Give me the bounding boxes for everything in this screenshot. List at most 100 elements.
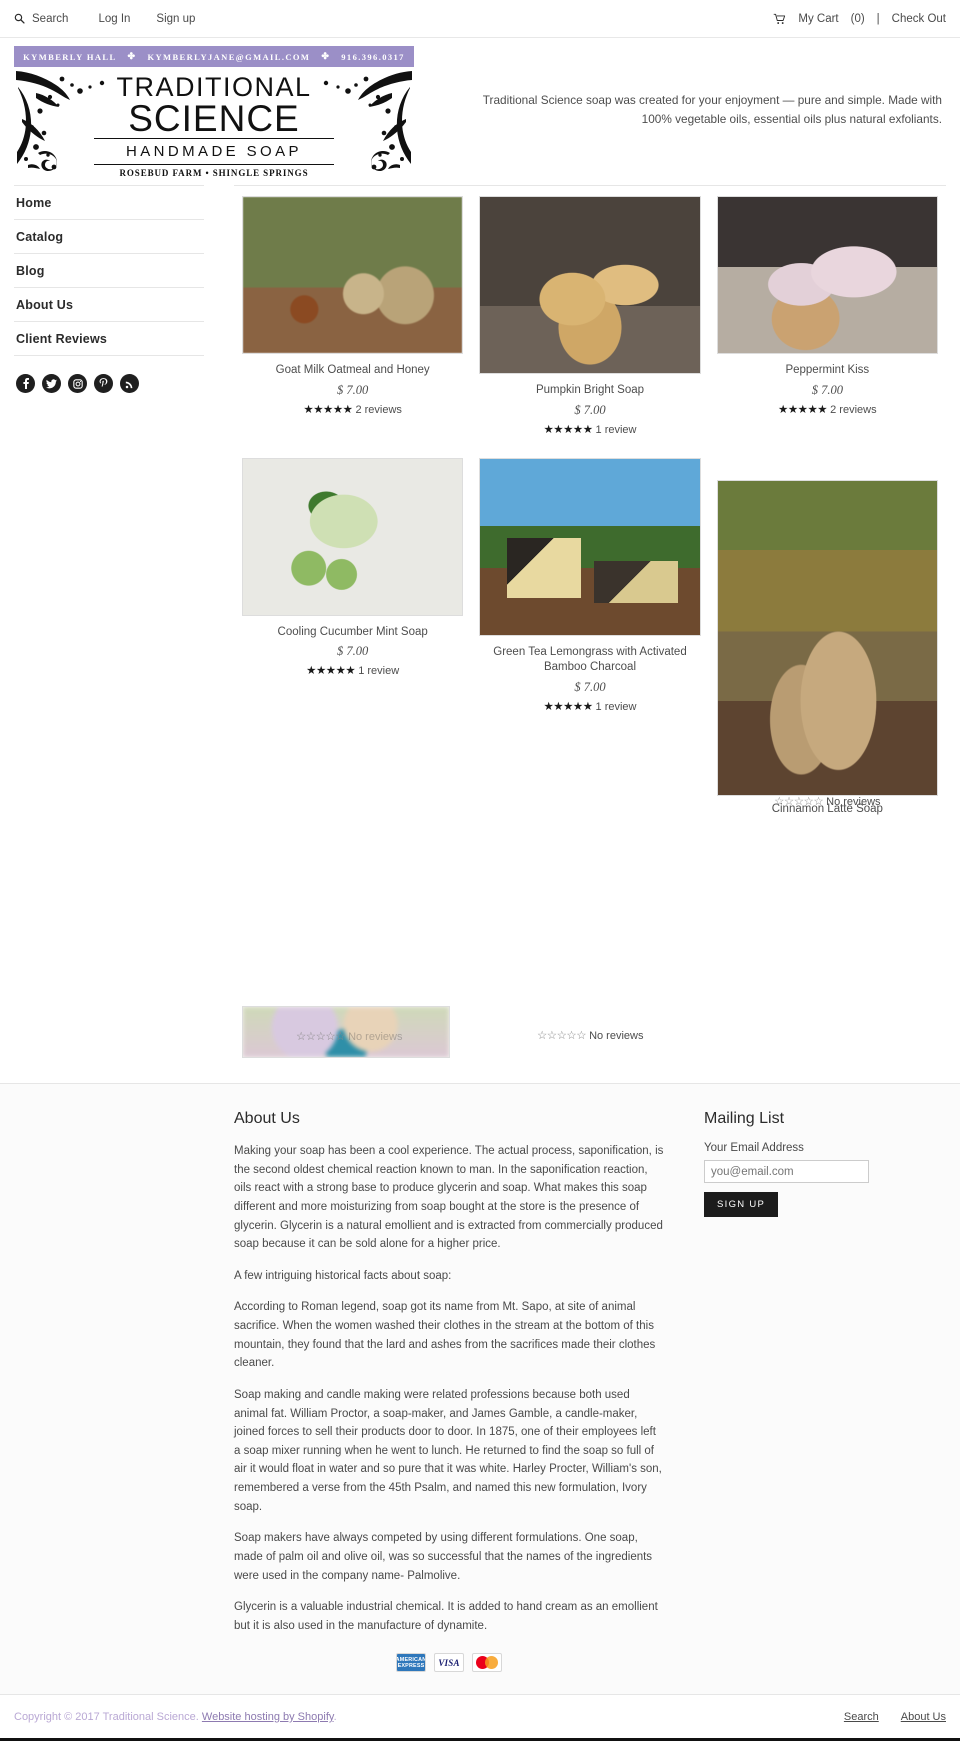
rating-stars: ☆☆☆☆☆ xyxy=(774,795,824,808)
product-title[interactable]: Goat Milk Oatmeal and Honey xyxy=(242,363,463,379)
search-label[interactable]: Search xyxy=(32,13,68,25)
cart-count: (0) xyxy=(850,12,865,25)
about-us-block: About Us Making your soap has been a coo… xyxy=(204,1110,704,1673)
product-rating[interactable]: ★★★★★ 1 review xyxy=(479,699,700,713)
sidebar-nav: Home Catalog Blog About Us Client Review… xyxy=(14,185,204,356)
review-count: 1 review xyxy=(358,665,400,678)
footer-link-search[interactable]: Search xyxy=(844,1711,879,1723)
mastercard-icon xyxy=(472,1653,502,1673)
cart-link[interactable]: My Cart xyxy=(798,13,838,25)
product-card[interactable]: Pumpkin Bright Soap $ 7.00 ★★★★★ 1 review xyxy=(471,196,708,458)
flower-divider-icon-2: ✤ xyxy=(321,51,331,61)
review-count: 1 review xyxy=(595,700,637,713)
sidebar-item-client-reviews[interactable]: Client Reviews xyxy=(14,322,204,356)
site-header: KYMBERLY HALL ✤ KYMBERLYJANE@GMAIL.COM ✤… xyxy=(0,38,960,177)
sidebar-item-blog[interactable]: Blog xyxy=(14,254,204,288)
rss-icon[interactable] xyxy=(120,374,139,393)
product-rating[interactable]: ☆☆☆☆☆ No reviews xyxy=(774,794,880,808)
about-paragraph: According to Roman legend, soap got its … xyxy=(234,1301,656,1370)
facebook-icon[interactable] xyxy=(16,374,35,393)
logo-line-science: SCIENCE xyxy=(128,97,300,139)
product-rating[interactable]: ★★★★★ 1 review xyxy=(479,422,700,436)
footer-section: About Us Making your soap has been a coo… xyxy=(0,1083,960,1695)
checkout-link[interactable]: Check Out xyxy=(892,13,946,25)
rating-stars: ☆☆☆☆☆ xyxy=(537,1030,587,1043)
product-card[interactable]: Cooling Cucumber Mint Soap $ 7.00 ★★★★★ 1… xyxy=(234,457,471,824)
about-paragraph: Making your soap has been a cool experie… xyxy=(234,1145,664,1251)
pumpkin-bright-soap-image[interactable] xyxy=(479,196,701,374)
sign-up-button[interactable]: SIGN UP xyxy=(704,1192,779,1218)
review-count: No reviews xyxy=(348,1031,403,1044)
product-grid: Goat Milk Oatmeal and Honey $ 7.00 ★★★★★… xyxy=(234,196,946,823)
about-heading: About Us xyxy=(234,1110,300,1128)
logo-line-handmade-soap: HANDMADE SOAP xyxy=(94,137,334,165)
product-title[interactable]: Cooling Cucumber Mint Soap xyxy=(242,625,463,641)
orphan-rating-right[interactable]: ☆☆☆☆☆ No reviews xyxy=(537,1028,643,1042)
contact-name: KYMBERLY HALL xyxy=(23,51,117,62)
twitter-icon[interactable] xyxy=(42,374,61,393)
instagram-icon[interactable] xyxy=(68,374,87,393)
product-card[interactable]: Cinnamon Latte Soap ☆☆☆☆☆ No reviews xyxy=(709,458,946,824)
product-rating[interactable]: ★★★★★ 2 reviews xyxy=(242,402,463,416)
email-field[interactable] xyxy=(704,1160,869,1184)
amex-icon: AMERICAN EXPRESS xyxy=(396,1653,426,1673)
signup-link[interactable]: Sign up xyxy=(156,13,195,25)
product-title[interactable]: Green Tea Lemongrass with Activated Bamb… xyxy=(479,645,700,676)
product-price: $ 7.00 xyxy=(811,382,843,397)
logo-artwork[interactable]: TRADITIONAL SCIENCE HANDMADE SOAP ROSEBU… xyxy=(14,67,414,177)
orphan-rating-left[interactable]: ☆☆☆☆☆ No reviews xyxy=(296,1029,402,1043)
sidebar: Home Catalog Blog About Us Client Review… xyxy=(14,177,204,393)
contact-email: KYMBERLYJANE@GMAIL.COM xyxy=(147,51,311,62)
social-links xyxy=(14,356,204,393)
copyright-text: Copyright © 2017 Traditional Science. We… xyxy=(14,1711,337,1723)
sidebar-item-catalog[interactable]: Catalog xyxy=(14,220,204,254)
footer-link-about-us[interactable]: About Us xyxy=(901,1711,946,1723)
goat-milk-oatmeal-honey-soap-image[interactable] xyxy=(242,196,464,354)
content-divider xyxy=(234,185,946,186)
review-count: 2 reviews xyxy=(830,403,877,416)
cooling-cucumber-mint-soap-image[interactable] xyxy=(242,457,464,616)
mailing-list-block: Mailing List Your Email Address SIGN UP xyxy=(704,1110,894,1218)
product-title[interactable]: Peppermint Kiss xyxy=(717,363,938,379)
product-card[interactable]: Peppermint Kiss $ 7.00 ★★★★★ 2 reviews xyxy=(709,196,946,458)
search-icon[interactable] xyxy=(14,13,25,24)
header-tagline: Traditional Science soap was created for… xyxy=(482,93,942,127)
review-count: 2 reviews xyxy=(355,403,402,416)
contact-phone: 916.396.0317 xyxy=(341,51,405,62)
logo-line-traditional: TRADITIONAL xyxy=(116,72,312,102)
payment-methods: AMERICAN EXPRESS VISA xyxy=(234,1653,664,1673)
product-card[interactable]: Goat Milk Oatmeal and Honey $ 7.00 ★★★★★… xyxy=(234,196,471,458)
mailing-list-heading: Mailing List xyxy=(704,1110,785,1128)
pinterest-icon[interactable] xyxy=(94,374,113,393)
product-price: $ 7.00 xyxy=(574,402,606,417)
bottom-bar: Copyright © 2017 Traditional Science. We… xyxy=(0,1694,960,1738)
product-rating[interactable]: ★★★★★ 1 review xyxy=(242,663,463,677)
rating-stars: ★★★★★ xyxy=(778,403,828,416)
product-price: $ 7.00 xyxy=(337,382,369,397)
product-title[interactable]: Pumpkin Bright Soap xyxy=(479,383,700,399)
copyright-label: Copyright © 2017 Traditional Science. xyxy=(14,1710,199,1723)
product-price: $ 7.00 xyxy=(337,644,369,659)
login-link[interactable]: Log In xyxy=(98,13,130,25)
sidebar-item-about-us[interactable]: About Us xyxy=(14,288,204,322)
rating-stars: ☆☆☆☆☆ xyxy=(296,1031,346,1044)
cinnamon-latte-soap-image[interactable] xyxy=(716,479,938,796)
overflow-rating-area: ☆☆☆☆☆ No reviews ☆☆☆☆☆ No reviews xyxy=(234,823,946,1063)
page-body: Home Catalog Blog About Us Client Review… xyxy=(0,177,960,1063)
logo-wordmark: TRADITIONAL SCIENCE HANDMADE SOAP ROSEBU… xyxy=(94,72,334,177)
flower-divider-icon: ✤ xyxy=(127,51,137,61)
shopify-hosting-link[interactable]: Website hosting by Shopify xyxy=(202,1711,334,1723)
product-rating[interactable]: ★★★★★ 2 reviews xyxy=(717,402,938,416)
green-tea-lemongrass-charcoal-soap-image[interactable] xyxy=(479,457,701,636)
about-paragraph: Soap making and candle making were relat… xyxy=(234,1388,662,1513)
sidebar-item-home[interactable]: Home xyxy=(14,186,204,220)
shopping-cart-icon[interactable] xyxy=(773,13,786,25)
topbar-separator: | xyxy=(876,12,880,25)
peppermint-kiss-soap-image[interactable] xyxy=(716,196,938,354)
rating-stars: ★★★★★ xyxy=(543,423,593,436)
email-field-label: Your Email Address xyxy=(704,1142,804,1155)
search-control[interactable]: Search xyxy=(14,13,68,25)
copyright-period: . xyxy=(333,1710,337,1723)
logo-block[interactable]: KYMBERLY HALL ✤ KYMBERLYJANE@GMAIL.COM ✤… xyxy=(14,46,414,177)
product-card[interactable]: Green Tea Lemongrass with Activated Bamb… xyxy=(471,457,708,824)
